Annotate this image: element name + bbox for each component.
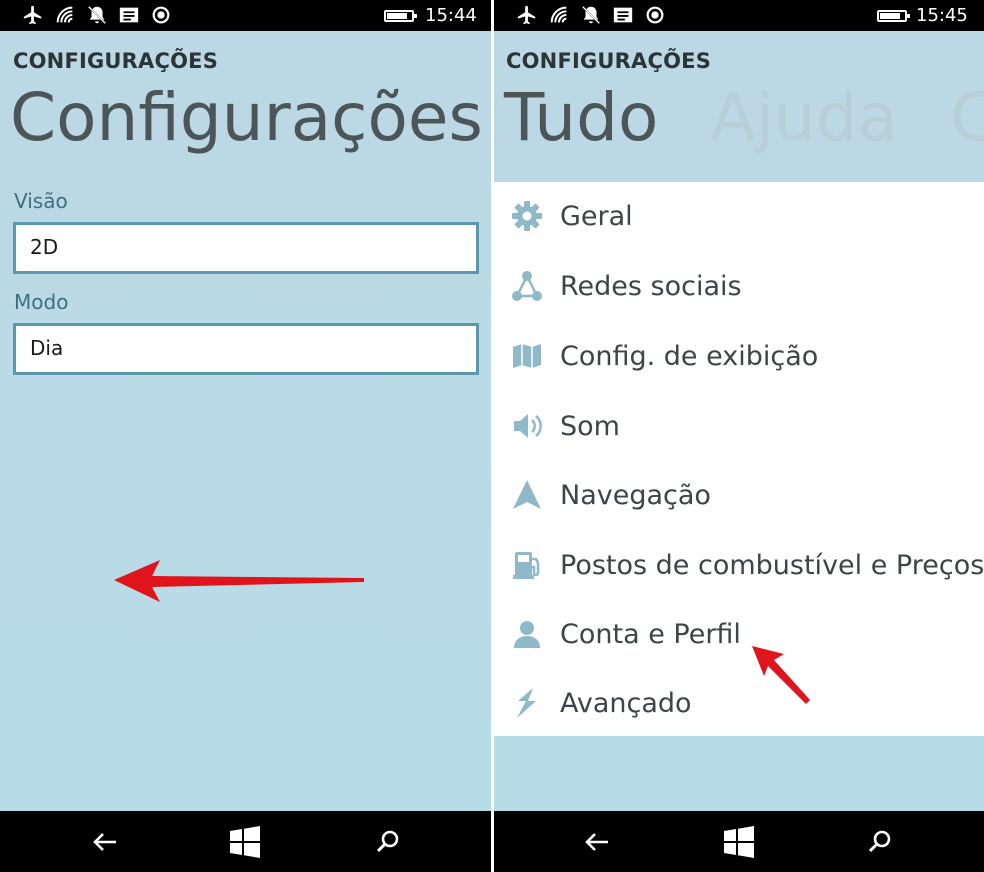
pivot-header: Tudo Ajuda Co [494, 79, 984, 156]
clock: 15:45 [916, 5, 968, 26]
airplane-mode-icon [517, 5, 536, 25]
message-icon [613, 7, 633, 23]
menu-item-advanced[interactable]: Avançado [494, 673, 984, 733]
airplane-mode-icon [23, 5, 42, 25]
mode-select[interactable]: Dia [13, 323, 479, 375]
app-caption: CONFIGURAÇÕES [13, 49, 219, 73]
left-phone-screen: 15:44 CONFIGURAÇÕES Configurações rá Vis… [0, 0, 491, 872]
battery-icon [384, 10, 417, 22]
annotation-arrow-right [752, 646, 810, 704]
gear-icon [510, 199, 544, 233]
menu-item-navigation[interactable]: Navegação [494, 465, 984, 525]
status-icons [22, 4, 172, 26]
search-icon [868, 830, 891, 853]
person-icon [510, 617, 544, 651]
battery-icon [877, 10, 910, 22]
windows-start-icon [230, 826, 260, 858]
search-button[interactable] [371, 825, 405, 859]
back-icon [585, 833, 608, 851]
menu-item-account[interactable]: Conta e Perfil [494, 604, 984, 664]
system-nav-bar [0, 811, 491, 872]
settings-page: CONFIGURAÇÕES Tudo Ajuda Co Geral Redes … [494, 31, 984, 811]
menu-item-label: Config. de exibição [560, 340, 819, 372]
quick-settings-page: CONFIGURAÇÕES Configurações rá Visão 2D … [0, 31, 491, 811]
wifi-icon [550, 6, 567, 23]
status-icons [516, 4, 666, 26]
status-bar: 15:45 [494, 0, 984, 31]
menu-item-label: Conta e Perfil [560, 618, 741, 650]
search-icon [376, 830, 399, 853]
menu-item-fuel[interactable]: Postos de combustível e Preços [494, 535, 984, 595]
tab-help[interactable]: Ajuda [710, 79, 898, 156]
battery-level [387, 13, 408, 19]
share-network-icon [510, 269, 544, 303]
right-phone-screen: 15:45 CONFIGURAÇÕES Tudo Ajuda Co Geral … [494, 0, 984, 872]
status-bar: 15:44 [0, 0, 491, 31]
tab-next[interactable]: Co [950, 79, 984, 156]
quiet-hours-bell-icon [582, 6, 600, 24]
lightning-icon [510, 686, 544, 720]
message-icon [119, 7, 139, 23]
speaker-icon [510, 409, 544, 443]
menu-item-label: Redes sociais [560, 270, 742, 302]
view-select[interactable]: 2D [13, 222, 479, 274]
search-button[interactable] [863, 825, 897, 859]
back-icon [93, 833, 116, 851]
menu-item-label: Postos de combustível e Preços [560, 549, 984, 581]
menu-item-label: Avançado [560, 687, 692, 719]
menu-item-label: Navegação [560, 479, 711, 511]
mode-label: Modo [14, 290, 69, 314]
system-nav-bar [494, 811, 984, 872]
menu-item-social[interactable]: Redes sociais [494, 256, 984, 316]
start-button[interactable] [722, 825, 756, 859]
tab-all[interactable]: Tudo [504, 79, 658, 156]
battery-level [880, 13, 901, 19]
menu-item-label: Som [560, 410, 620, 442]
view-label: Visão [14, 189, 68, 213]
map-icon [510, 339, 544, 373]
navigation-arrow-icon [510, 478, 544, 512]
clock: 15:44 [425, 5, 477, 26]
fuel-pump-icon [510, 548, 544, 582]
page-title: Configurações rá [10, 79, 491, 156]
annotation-arrow-left [114, 560, 364, 602]
menu-item-display[interactable]: Config. de exibição [494, 326, 984, 386]
start-button[interactable] [228, 825, 262, 859]
wifi-icon [56, 6, 73, 23]
back-button[interactable] [88, 825, 122, 859]
app-caption: CONFIGURAÇÕES [506, 49, 712, 73]
windows-start-icon [724, 826, 754, 858]
settings-menu: Geral Redes sociais Config. de exibição … [494, 182, 984, 736]
quiet-hours-bell-icon [88, 6, 106, 24]
menu-item-general[interactable]: Geral [494, 186, 984, 246]
menu-item-sound[interactable]: Som [494, 396, 984, 456]
back-button[interactable] [580, 825, 614, 859]
location-icon [646, 6, 664, 24]
location-icon [152, 6, 170, 24]
menu-item-label: Geral [560, 200, 633, 232]
